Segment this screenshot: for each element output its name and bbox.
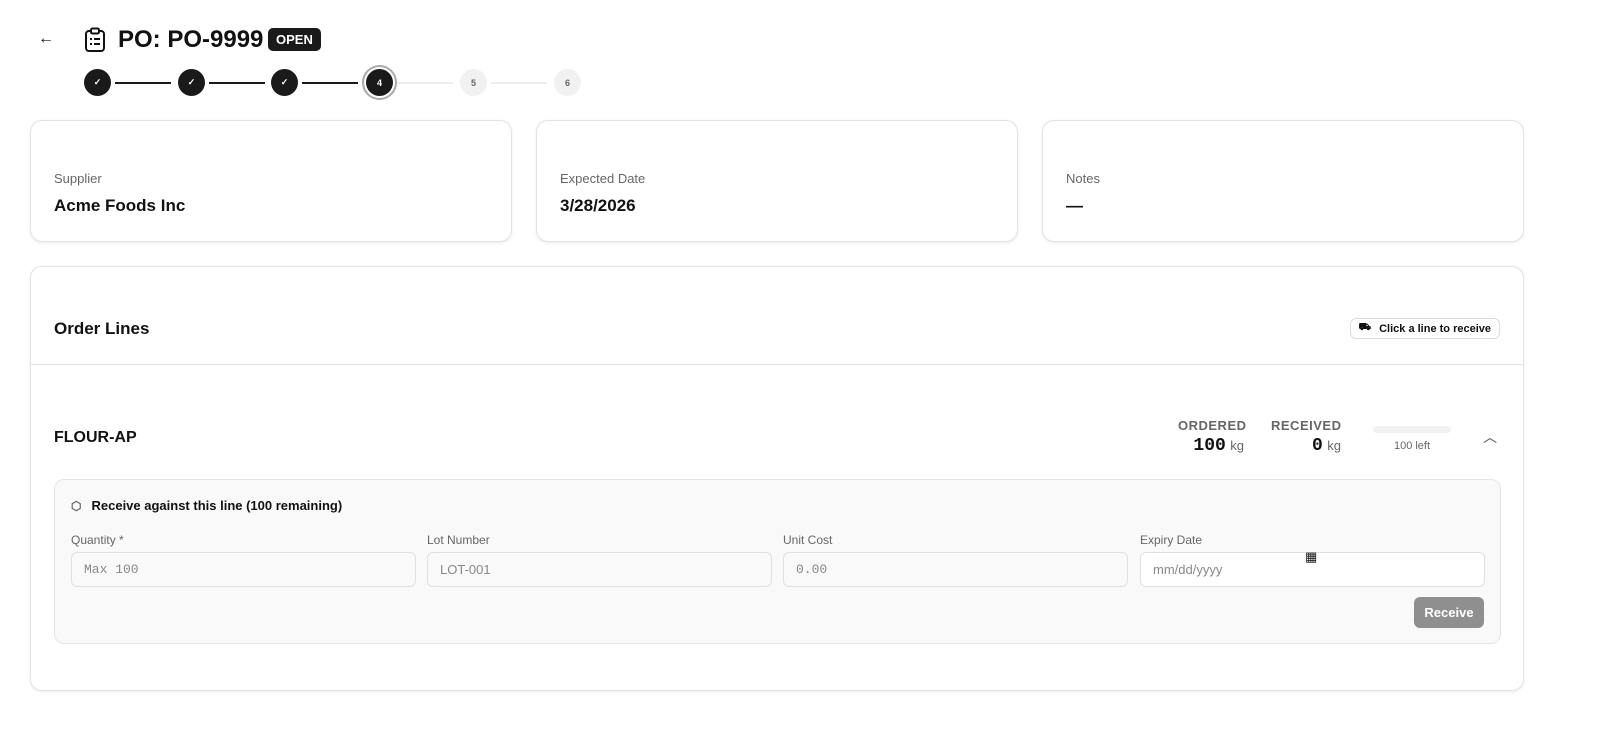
line-sku: FLOUR-AP <box>54 429 137 446</box>
lot-number-input[interactable] <box>427 552 772 587</box>
notes-card: Notes — <box>1042 120 1524 242</box>
received-label: RECEIVED <box>1271 418 1342 433</box>
step-4[interactable]: 4 <box>366 69 393 96</box>
check-icon: ✓ <box>93 77 102 87</box>
receive-hint-badge: ⛟ Click a line to receive <box>1349 318 1500 339</box>
step-6[interactable]: 6 <box>554 69 581 96</box>
check-icon: ✓ <box>280 77 289 87</box>
status-badge: OPEN <box>268 28 321 51</box>
clipboard-list-icon <box>85 27 105 52</box>
remaining-text: 100 left <box>1393 440 1431 452</box>
check-icon: ✓ <box>187 77 196 87</box>
ordered-label: ORDERED <box>1178 418 1247 433</box>
notes-value: — <box>1066 196 1083 215</box>
step-5[interactable]: 5 <box>460 69 487 96</box>
step-2[interactable]: ✓ <box>178 69 205 96</box>
receive-title: Receive against this line (100 remaining… <box>91 498 343 513</box>
package-icon: ⬡ <box>71 498 82 513</box>
quantity-input[interactable] <box>71 552 416 587</box>
chevron-up-icon[interactable]: ︿ <box>1483 427 1497 447</box>
notes-label: Notes <box>1066 171 1100 186</box>
expected-date-label: Expected Date <box>560 171 646 186</box>
ordered-unit: kg <box>1230 438 1244 453</box>
expected-date-value: 3/28/2026 <box>560 196 636 215</box>
calendar-icon[interactable]: ▦ <box>1305 549 1317 565</box>
received-qty: 0 <box>1312 436 1323 456</box>
truck-icon: ⛟ <box>1358 322 1372 333</box>
expected-date-card: Expected Date 3/28/2026 <box>536 120 1018 242</box>
supplier-label: Supplier <box>54 171 102 186</box>
step-1[interactable]: ✓ <box>84 69 111 96</box>
expiry-date-label: Expiry Date <box>1140 533 1203 547</box>
receive-panel: ⬡ Receive against this line (100 remaini… <box>54 479 1501 644</box>
received-unit: kg <box>1327 438 1341 453</box>
unit-cost-label: Unit Cost <box>783 533 833 547</box>
unit-cost-input[interactable] <box>783 552 1128 587</box>
order-line-row[interactable]: FLOUR-AP ORDERED 100 kg RECEIVED 0 kg 10… <box>31 365 1523 475</box>
receive-button[interactable]: Receive <box>1414 597 1484 628</box>
supplier-value: Acme Foods Inc <box>54 196 186 215</box>
arrow-left-icon: ← <box>38 30 54 47</box>
step-connector <box>397 82 453 84</box>
back-button[interactable]: ← <box>38 30 54 48</box>
step-connector <box>302 82 358 84</box>
step-connector <box>209 82 265 84</box>
ordered-qty: 100 <box>1193 436 1226 456</box>
page-title: PO: PO-9999 <box>118 26 264 53</box>
step-connector <box>491 82 547 84</box>
order-lines-title: Order Lines <box>54 319 150 338</box>
receive-progress-bar <box>1373 426 1451 433</box>
supplier-card: Supplier Acme Foods Inc <box>30 120 512 242</box>
step-connector <box>115 82 171 84</box>
quantity-label: Quantity * <box>71 533 124 547</box>
order-lines-card: Order Lines ⛟ Click a line to receive FLO… <box>30 266 1524 691</box>
step-3[interactable]: ✓ <box>271 69 298 96</box>
lot-number-label: Lot Number <box>427 533 490 547</box>
